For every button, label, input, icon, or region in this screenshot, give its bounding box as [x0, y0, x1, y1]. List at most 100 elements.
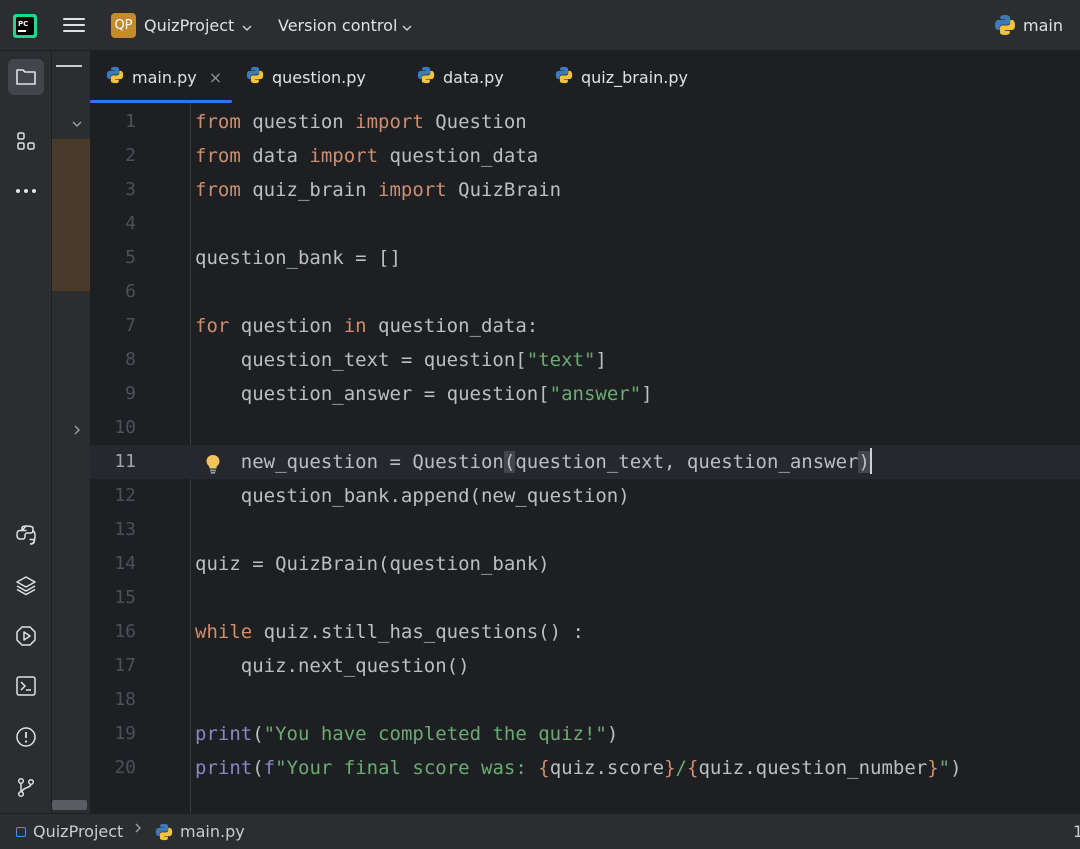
- close-icon[interactable]: ×: [209, 68, 222, 87]
- line-number[interactable]: 7: [90, 309, 136, 343]
- code-line[interactable]: 9 question_answer = question["answer"]: [90, 377, 1080, 411]
- line-number[interactable]: 19: [90, 717, 136, 751]
- editor-side-strip: [52, 51, 90, 813]
- project-folder-icon[interactable]: [8, 59, 44, 95]
- code-line[interactable]: 8 question_text = question["text"]: [90, 343, 1080, 377]
- code-text[interactable]: quiz.next_question(): [195, 649, 470, 683]
- code-line[interactable]: 12 question_bank.append(new_question): [90, 479, 1080, 513]
- code-text[interactable]: question_answer = question["answer"]: [195, 377, 653, 411]
- tab-main-py[interactable]: main.py ×: [90, 51, 232, 103]
- change-marker: [52, 139, 90, 291]
- code-line[interactable]: 13: [90, 513, 1080, 547]
- svg-text:PC: PC: [18, 20, 28, 28]
- title-bar: PC QP QuizProject Version control main: [0, 0, 1080, 51]
- version-control-menu[interactable]: Version control: [278, 16, 397, 35]
- line-number[interactable]: 5: [90, 241, 136, 275]
- code-text[interactable]: from quiz_brain import QuizBrain: [195, 173, 561, 207]
- tab-question-py[interactable]: question.py: [246, 51, 366, 103]
- code-text[interactable]: from data import question_data: [195, 139, 538, 173]
- chevron-down-icon[interactable]: [71, 115, 83, 134]
- tool-window-strip: [0, 51, 52, 813]
- layers-icon[interactable]: [8, 567, 44, 603]
- interpreter-label[interactable]: main: [1023, 16, 1063, 35]
- collapse-icon[interactable]: [56, 65, 82, 67]
- chevron-down-icon[interactable]: [241, 19, 253, 38]
- structure-icon[interactable]: [8, 123, 44, 159]
- python-file-icon: [106, 66, 124, 88]
- git-icon[interactable]: [8, 769, 44, 805]
- python-file-icon: [155, 823, 173, 841]
- python-interpreter-icon[interactable]: [994, 14, 1016, 40]
- line-number[interactable]: 3: [90, 173, 136, 207]
- problems-icon[interactable]: [8, 719, 44, 755]
- line-number[interactable]: 18: [90, 683, 136, 717]
- code-line[interactable]: 16 while quiz.still_has_questions() :: [90, 615, 1080, 649]
- code-line[interactable]: 18: [90, 683, 1080, 717]
- tab-quiz-brain-py[interactable]: quiz_brain.py: [555, 51, 688, 103]
- code-line[interactable]: 6: [90, 275, 1080, 309]
- code-text[interactable]: quiz = QuizBrain(question_bank): [195, 547, 550, 581]
- line-number[interactable]: 17: [90, 649, 136, 683]
- status-bar: QuizProject main.py 1: [0, 813, 1080, 849]
- line-number[interactable]: 16: [90, 615, 136, 649]
- chevron-right-icon[interactable]: [71, 421, 83, 440]
- tab-label: data.py: [443, 67, 504, 87]
- code-line[interactable]: 10: [90, 411, 1080, 445]
- breadcrumb-separator: [133, 822, 143, 834]
- code-line[interactable]: 19 print("You have completed the quiz!"): [90, 717, 1080, 751]
- line-number[interactable]: 2: [90, 139, 136, 173]
- code-line[interactable]: 3 from quiz_brain import QuizBrain: [90, 173, 1080, 207]
- code-text[interactable]: question_bank.append(new_question): [195, 479, 630, 513]
- code-line[interactable]: 15: [90, 581, 1080, 615]
- breadcrumb-file-label: main.py: [180, 822, 245, 841]
- line-number[interactable]: 14: [90, 547, 136, 581]
- text-caret: [869, 448, 872, 474]
- chevron-down-icon[interactable]: [401, 19, 413, 38]
- more-icon[interactable]: [8, 173, 44, 209]
- line-number[interactable]: 12: [90, 479, 136, 513]
- code-line[interactable]: 7 for question in question_data:: [90, 309, 1080, 343]
- code-text[interactable]: print("You have completed the quiz!"): [195, 717, 618, 751]
- main-menu-button[interactable]: [63, 15, 85, 37]
- line-number[interactable]: 9: [90, 377, 136, 411]
- code-text[interactable]: question_bank = []: [195, 241, 401, 275]
- line-number[interactable]: 8: [90, 343, 136, 377]
- code-line[interactable]: 17 quiz.next_question(): [90, 649, 1080, 683]
- pycharm-logo-icon[interactable]: PC: [13, 14, 37, 38]
- code-text[interactable]: for question in question_data:: [195, 309, 538, 343]
- line-number[interactable]: 20: [90, 751, 136, 785]
- breadcrumb-file[interactable]: main.py: [155, 822, 245, 841]
- code-editor[interactable]: 1 from question import Question 2 from data…: [90, 103, 1080, 813]
- breadcrumb-project[interactable]: QuizProject: [16, 822, 123, 841]
- code-text[interactable]: from question import Question: [195, 105, 527, 139]
- project-switcher[interactable]: QuizProject: [144, 16, 234, 35]
- code-line[interactable]: 20 print(f"Your final score was: {quiz.sc…: [90, 751, 1080, 785]
- tab-label: quiz_brain.py: [581, 67, 688, 87]
- intention-bulb-icon[interactable]: [204, 453, 222, 475]
- tab-data-py[interactable]: data.py: [417, 51, 504, 103]
- code-line[interactable]: 2 from data import question_data: [90, 139, 1080, 173]
- line-number[interactable]: 11: [90, 445, 136, 479]
- cursor-position[interactable]: 1: [1073, 822, 1080, 841]
- services-icon[interactable]: [8, 618, 44, 654]
- code-line[interactable]: 5 question_bank = []: [90, 241, 1080, 275]
- code-text[interactable]: print(f"Your final score was: {quiz.scor…: [195, 751, 962, 785]
- python-console-icon[interactable]: [8, 517, 44, 553]
- line-number[interactable]: 13: [90, 513, 136, 547]
- code-line[interactable]: 11 new_question = Question(question_text…: [90, 445, 1080, 479]
- line-number[interactable]: 10: [90, 411, 136, 445]
- code-line[interactable]: 4: [90, 207, 1080, 241]
- code-text[interactable]: while quiz.still_has_questions() :: [195, 615, 584, 649]
- line-number[interactable]: 4: [90, 207, 136, 241]
- scrollbar-thumb[interactable]: [52, 800, 87, 810]
- line-number[interactable]: 6: [90, 275, 136, 309]
- code-line[interactable]: 1 from question import Question: [90, 105, 1080, 139]
- code-line[interactable]: 14 quiz = QuizBrain(question_bank): [90, 547, 1080, 581]
- line-number[interactable]: 1: [90, 105, 136, 139]
- code-text[interactable]: question_text = question["text"]: [195, 343, 607, 377]
- code-text[interactable]: new_question = Question(question_text, q…: [195, 445, 872, 479]
- terminal-icon[interactable]: [8, 668, 44, 704]
- line-number[interactable]: 15: [90, 581, 136, 615]
- project-badge[interactable]: QP: [111, 13, 136, 38]
- editor-tab-bar: main.py × question.py data.py quiz_brain…: [90, 51, 1080, 103]
